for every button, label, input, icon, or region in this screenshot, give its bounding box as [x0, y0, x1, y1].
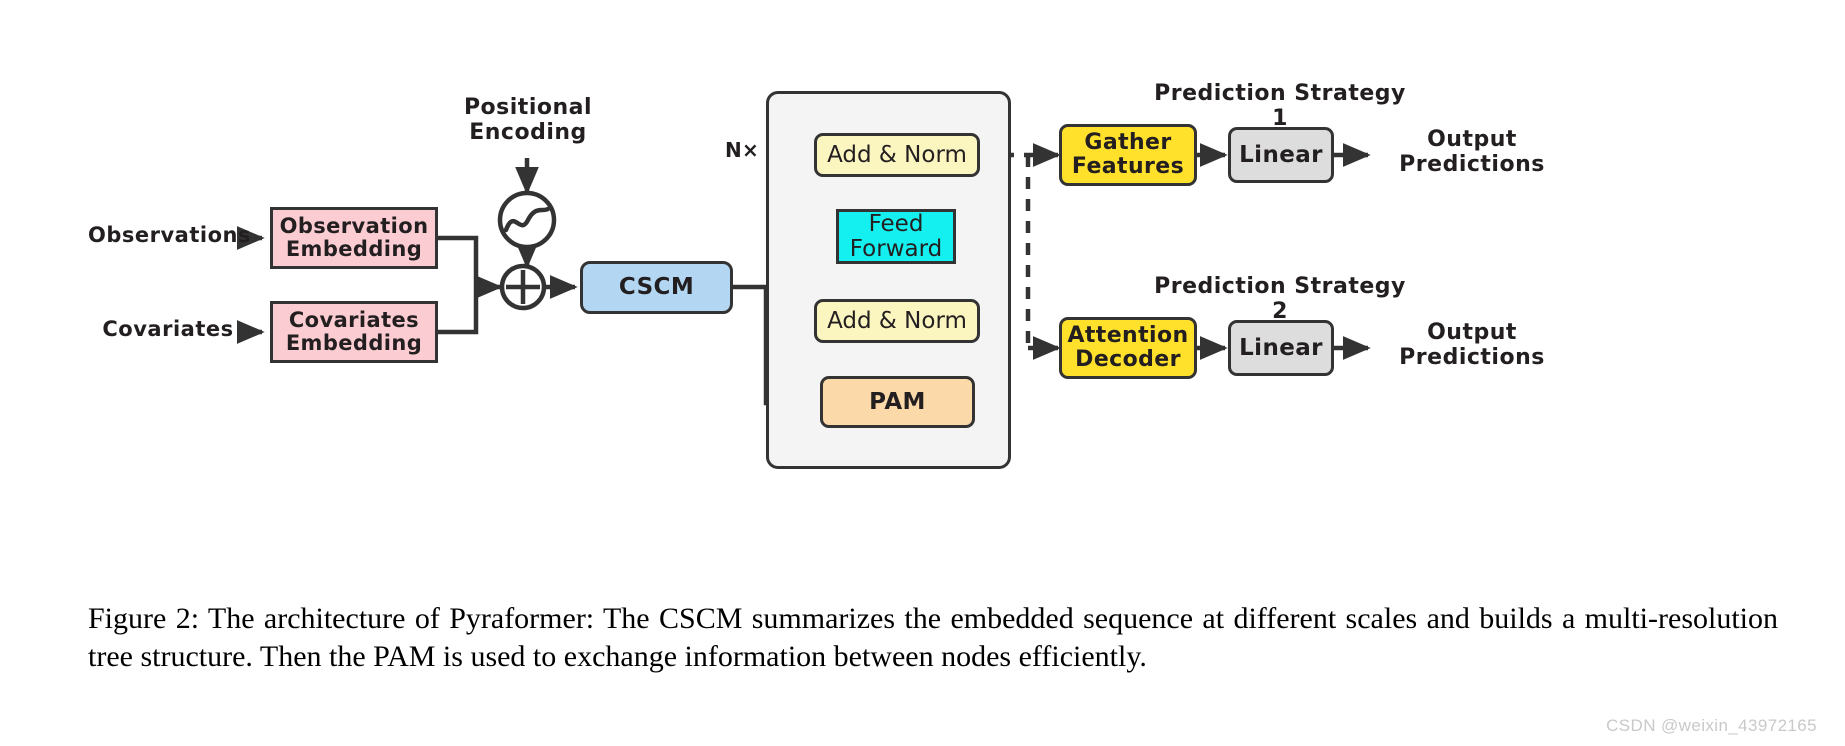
add-norm-top-box[interactable]: Add & Norm — [814, 133, 980, 177]
linear-box-2[interactable]: Linear — [1228, 320, 1334, 376]
plus-circle-icon — [499, 263, 547, 311]
covariates-embedding-box[interactable]: Covariates Embedding — [270, 301, 438, 363]
output-predictions-2-label: Output Predictions — [1399, 320, 1545, 370]
positional-encoding-label: Positional Encoding — [463, 95, 593, 145]
pam-box[interactable]: PAM — [820, 376, 975, 428]
cscm-box[interactable]: CSCM — [580, 261, 733, 314]
figure-2-pyraformer-architecture: Observations Covariates Positional Encod… — [0, 0, 1845, 746]
linear-box-1[interactable]: Linear — [1228, 127, 1334, 183]
sine-wave-circle-icon — [497, 190, 557, 250]
figure-caption: Figure 2: The architecture of Pyraformer… — [88, 602, 1778, 674]
observation-embedding-box[interactable]: Observation Embedding — [270, 207, 438, 269]
watermark-label: CSDN @weixin_43972165 — [1606, 716, 1817, 735]
covariates-label: Covariates — [102, 317, 234, 341]
observations-label: Observations — [88, 223, 251, 247]
attention-decoder-box[interactable]: Attention Decoder — [1059, 317, 1197, 379]
gather-features-box[interactable]: Gather Features — [1059, 124, 1197, 186]
output-predictions-1-label: Output Predictions — [1399, 127, 1545, 177]
repeat-count-label: N× — [725, 138, 759, 162]
add-norm-bottom-box[interactable]: Add & Norm — [814, 299, 980, 343]
feed-forward-box[interactable]: Feed Forward — [836, 209, 956, 264]
